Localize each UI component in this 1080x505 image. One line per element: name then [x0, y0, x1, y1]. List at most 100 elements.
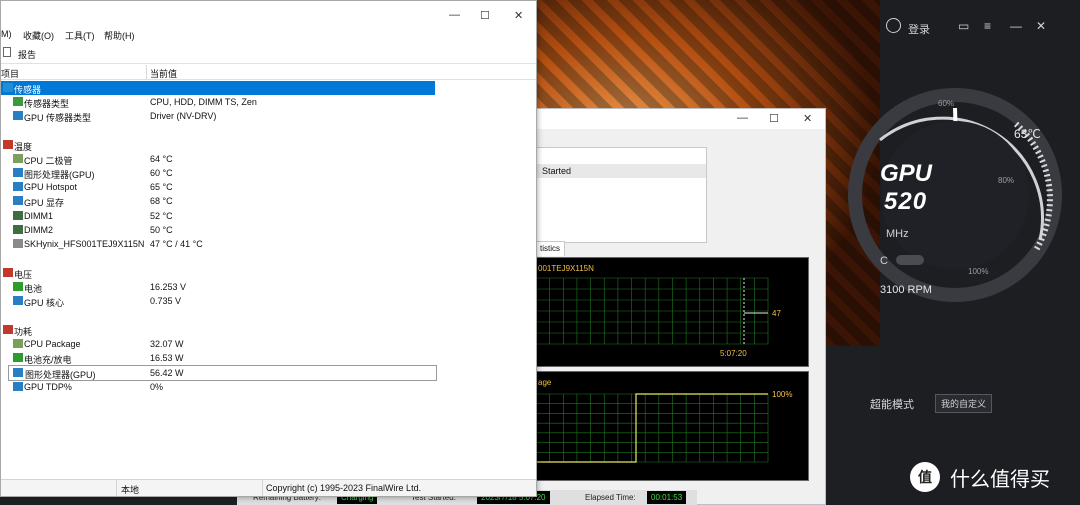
x-tick-label: 5:07:20	[720, 349, 747, 358]
gpu-icon	[13, 182, 23, 191]
sensor-icon	[3, 83, 13, 92]
minimize-icon[interactable]: —	[737, 112, 748, 124]
mode-label: 超能模式	[870, 399, 914, 411]
column-separator[interactable]	[146, 65, 147, 79]
toolbar: 报告	[1, 44, 536, 64]
tree-row[interactable]: 传感器类型 CPU, HDD, DIMM TS, Zen	[1, 95, 538, 109]
tree-row-value: 56.42 W	[150, 368, 184, 378]
column-item[interactable]: 项目	[1, 67, 19, 80]
tree-row-label: GPU 核心	[24, 298, 65, 308]
memory-icon	[13, 211, 23, 220]
menu-item-tools[interactable]: 工具(T)	[65, 29, 95, 42]
tree-row[interactable]: GPU Hotspot 65 °C	[1, 180, 538, 194]
series-line	[536, 393, 768, 463]
tree-group[interactable]: 电压	[1, 266, 538, 280]
list-item[interactable]: Started	[536, 164, 706, 178]
menu-item-favorites[interactable]: 收藏(O)	[23, 29, 54, 42]
gpu-icon	[13, 296, 23, 305]
gpu-icon	[13, 368, 23, 377]
tree-row[interactable]: GPU TDP% 0%	[1, 380, 538, 394]
tree-row[interactable]: 电池 16.253 V	[1, 280, 538, 294]
maximize-icon[interactable]: ☐	[480, 9, 490, 22]
gpu-icon	[13, 111, 23, 120]
tree-row-label: GPU 传感器类型	[24, 113, 92, 123]
maximize-icon[interactable]: ☐	[769, 112, 779, 125]
value-label: 47	[772, 309, 781, 318]
tree-row-label: DIMM2	[24, 225, 53, 235]
list-item-label: Started	[542, 166, 572, 176]
gpu-gauge	[848, 88, 1062, 302]
tree-group[interactable]: 温度	[1, 138, 538, 152]
tree-row-value: CPU, HDD, DIMM TS, Zen	[150, 97, 257, 107]
menu-item-help[interactable]: 帮助(H)	[104, 29, 135, 42]
temperature-readout: 63℃	[1014, 127, 1041, 141]
gpu-icon	[13, 168, 23, 177]
fan-c-label: C	[880, 255, 888, 267]
menu-item[interactable]: M)	[1, 29, 12, 39]
performance-panel: 登录 ▭ ≡ — ✕ GPU 520 MHz 63℃ 60% 80% 100% …	[848, 0, 1080, 505]
gauge-100-label: 100%	[968, 267, 989, 276]
tree-row[interactable]: CPU Package 32.07 W	[1, 337, 538, 351]
login-link[interactable]: 登录	[908, 21, 930, 37]
memory-icon	[13, 225, 23, 234]
tree-row-value: 16.53 W	[150, 353, 184, 363]
tree-row[interactable]: 图形处理器(GPU) 56.42 W	[8, 365, 437, 381]
fan-toggle[interactable]	[896, 255, 924, 265]
battery-chart-plot: 100%	[536, 390, 792, 463]
report-button[interactable]: 报告	[18, 48, 36, 61]
test-list[interactable]: Started	[535, 147, 707, 243]
tree-row[interactable]: GPU 显存 68 °C	[1, 194, 538, 208]
report-icon[interactable]	[3, 47, 11, 57]
status-location: 本地	[121, 485, 140, 495]
tree-row-value: Driver (NV-DRV)	[150, 111, 217, 121]
tree-row-value: 50 °C	[150, 225, 173, 235]
panel-topbar: 登录 ▭ ≡ — ✕	[880, 0, 1080, 52]
elapsed-time-value: 00:01:53	[647, 491, 687, 504]
tree-group[interactable]: 传感器	[1, 81, 435, 95]
tree-group[interactable]: 功耗	[1, 323, 538, 337]
column-header: 项目 当前值	[1, 65, 536, 80]
tree-row[interactable]: 电池充/放电 16.53 W	[1, 351, 538, 365]
close-icon[interactable]: ✕	[803, 112, 812, 125]
column-value[interactable]: 当前值	[150, 67, 177, 80]
frequency-unit: MHz	[886, 228, 909, 240]
gauge-60-label: 60%	[938, 99, 955, 108]
tree-row-label: GPU TDP%	[24, 382, 72, 392]
user-avatar-icon[interactable]	[886, 18, 901, 33]
watermark: 值 什么值得买	[910, 462, 1050, 492]
menu-icon[interactable]: ≡	[984, 19, 991, 33]
gpu-icon	[13, 382, 23, 391]
tree-row-value: 0.735 V	[150, 296, 182, 306]
chart-title: 001TEJ9X115N	[538, 264, 594, 273]
tree-row[interactable]: DIMM1 52 °C	[1, 209, 538, 223]
bag-icon[interactable]: ▭	[958, 19, 969, 33]
fan-rpm-readout: 3100 RPM	[880, 284, 932, 296]
tree-row[interactable]: 图形处理器(GPU) 60 °C	[1, 166, 538, 180]
status-cell-copyright: Copyright (c) 1995-2023 FinalWire Ltd.	[262, 480, 538, 496]
tree-row[interactable]: CPU 二极管 64 °C	[1, 152, 538, 166]
tree-row-label: SKHynix_HFS001TEJ9X115N	[24, 239, 145, 249]
sensor-window: — ☐ ✕ M) 收藏(O) 工具(T) 帮助(H) 报告 项目 当前值 传感器…	[0, 0, 537, 497]
battery-icon	[13, 282, 23, 291]
minimize-icon[interactable]: —	[449, 9, 460, 21]
watermark-logo-icon: 值	[910, 462, 940, 492]
minimize-icon[interactable]: —	[1010, 19, 1022, 33]
tree-row-label: DIMM1	[24, 211, 53, 221]
custom-mode-button[interactable]: 我的自定义	[935, 394, 993, 413]
battery-test-window: — ☐ ✕ Started tistics 47 5:07:20 001TEJ9X…	[520, 108, 826, 505]
tree-row[interactable]: GPU 核心 0.735 V	[1, 294, 538, 308]
tab-statistics[interactable]: tistics	[535, 241, 565, 256]
tree-row-value: 32.07 W	[150, 339, 184, 349]
battery-chart: 100% age	[535, 371, 809, 481]
tree-row[interactable]: GPU 传感器类型 Driver (NV-DRV)	[1, 109, 538, 123]
tree-row-value: 64 °C	[150, 154, 173, 164]
temperature-chart-plot: 47 5:07:20	[536, 277, 781, 358]
close-icon[interactable]: ✕	[514, 9, 523, 22]
cpu-icon	[13, 339, 23, 348]
tree-row-label: GPU 显存	[24, 198, 65, 208]
tree-row[interactable]: SKHynix_HFS001TEJ9X115N 47 °C / 41 °C	[1, 237, 538, 251]
tree-row-label: CPU Package	[24, 339, 81, 349]
tree-row[interactable]: DIMM2 50 °C	[1, 223, 538, 237]
gpu-label: GPU	[880, 160, 933, 187]
close-icon[interactable]: ✕	[1036, 19, 1046, 33]
